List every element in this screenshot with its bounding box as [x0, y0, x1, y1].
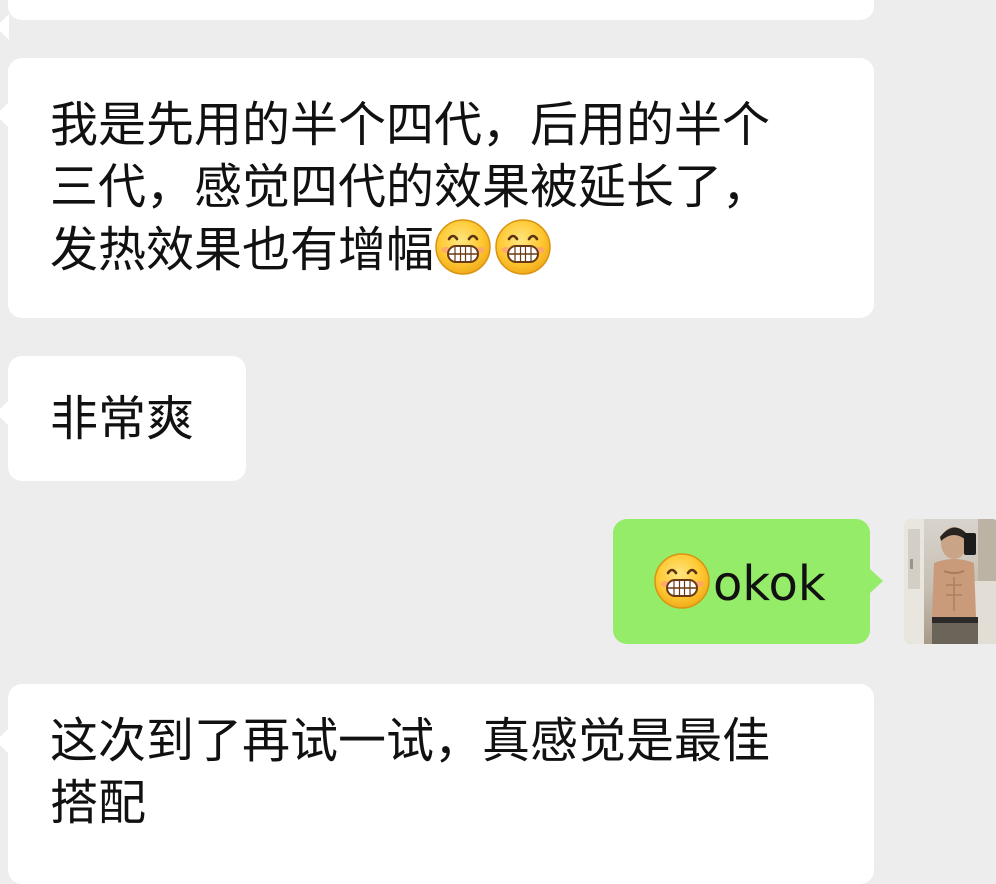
message-bubble-incoming[interactable]: 我是先用的半个四代，后用的半个 三代，感觉四代的效果被延长了， 发热效果也有增幅 — [0, 58, 874, 318]
grin-emoji-icon — [434, 218, 492, 276]
message-text: okok — [713, 556, 826, 612]
message-text: 非常爽 — [50, 391, 195, 447]
grin-emoji-icon — [653, 552, 711, 610]
message-text: 三代，感觉四代的效果被延长了， — [50, 159, 771, 215]
message-bubble-incoming[interactable]: 非常爽 — [0, 356, 246, 481]
message-text: 这次到了再试一试，真感觉是最佳 — [50, 713, 771, 769]
message-bubble-incoming[interactable]: 这次到了再试一试，真感觉是最佳 搭配 — [0, 684, 874, 884]
avatar[interactable] — [904, 519, 996, 644]
message-text: 搭配 — [50, 775, 147, 831]
message-text: 我是先用的半个四代，后用的半个 — [50, 97, 771, 153]
grin-emoji-icon — [494, 218, 552, 276]
avatar-photo — [904, 519, 996, 644]
message-bubble-previous[interactable] — [0, 0, 874, 40]
message-bubble-outgoing[interactable]: okok — [613, 519, 883, 644]
message-text: 发热效果也有增幅 — [50, 222, 435, 278]
